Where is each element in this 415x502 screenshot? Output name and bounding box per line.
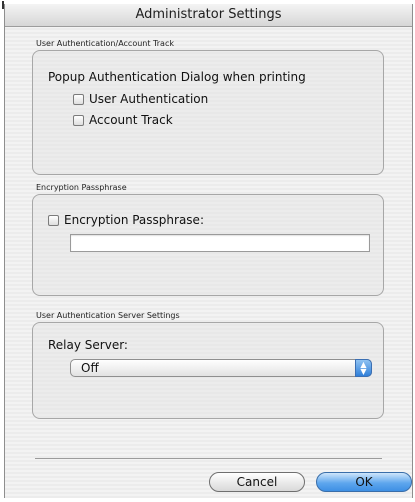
account-track-label: Account Track	[89, 113, 173, 127]
encryption-passphrase-label: Encryption Passphrase:	[64, 213, 204, 227]
user-authentication-checkbox[interactable]	[73, 93, 84, 105]
encryption-group: Encryption Passphrase:	[32, 194, 384, 296]
window-title: Administrator Settings	[5, 4, 412, 27]
ok-button[interactable]: OK	[316, 472, 412, 492]
encryption-passphrase-checkbox[interactable]	[48, 214, 59, 226]
administrator-settings-window: Administrator Settings User Authenticati…	[2, 1, 413, 498]
account-track-option[interactable]: Account Track	[73, 113, 173, 127]
server-section-label: User Authentication Server Settings	[36, 311, 180, 320]
user-authentication-option[interactable]: User Authentication	[73, 92, 208, 106]
select-arrows-icon: ▲ ▼	[355, 359, 372, 377]
server-settings-group: Relay Server: Off ▲ ▼	[32, 322, 384, 419]
user-auth-section-label: User Authentication/Account Track	[36, 39, 174, 48]
encryption-passphrase-field[interactable]	[70, 234, 370, 252]
button-divider	[35, 458, 382, 459]
user-auth-group: Popup Authentication Dialog when printin…	[32, 50, 384, 175]
encryption-passphrase-option[interactable]: Encryption Passphrase:	[48, 213, 204, 227]
relay-server-label: Relay Server:	[48, 338, 128, 352]
window-corner	[2, 1, 4, 9]
account-track-checkbox[interactable]	[73, 114, 84, 126]
relay-server-value: Off	[81, 361, 99, 375]
cancel-button[interactable]: Cancel	[209, 472, 305, 492]
encryption-section-label: Encryption Passphrase	[36, 183, 127, 192]
relay-server-select[interactable]: Off ▲ ▼	[70, 359, 372, 377]
user-authentication-label: User Authentication	[89, 92, 209, 106]
popup-auth-heading: Popup Authentication Dialog when printin…	[48, 70, 306, 84]
